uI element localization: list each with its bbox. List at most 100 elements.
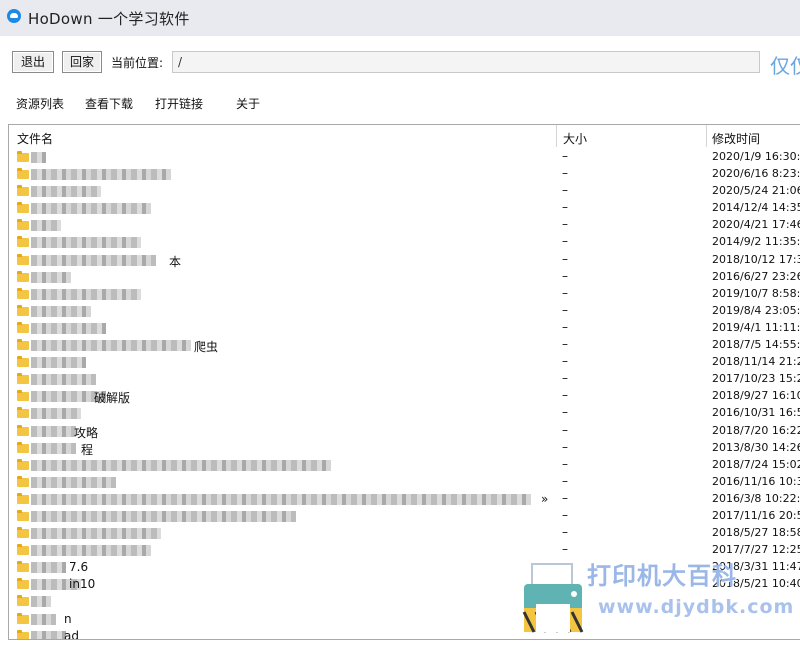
table-row[interactable]: in10 – 2018/5/21 10:40	[9, 576, 800, 593]
redacted-file-name	[31, 322, 106, 334]
redacted-file-name	[31, 493, 531, 505]
file-modified-time: 2018/7/5 14:55:	[712, 338, 800, 352]
file-name-text: 攻略	[74, 425, 99, 440]
file-size: –	[562, 337, 568, 352]
file-modified-time: 2014/12/4 14:35	[712, 201, 800, 215]
folder-icon	[17, 168, 29, 180]
menu-open-link[interactable]: 打开链接	[155, 95, 203, 112]
location-label: 当前位置:	[111, 56, 164, 70]
file-modified-time: 2016/3/8 10:22:	[712, 491, 800, 505]
file-modified-time: 2013/8/30 14:26	[712, 440, 800, 454]
file-name-text: 破解版	[94, 391, 131, 406]
redacted-file-name	[31, 340, 191, 352]
table-row[interactable]: – 2018/7/24 15:02	[9, 457, 800, 474]
file-size: –	[562, 525, 568, 540]
table-row[interactable]: 7.6 – 2018/3/31 11:47	[9, 559, 800, 576]
file-modified-time: 2018/5/21 10:40	[712, 577, 800, 591]
column-header-modified[interactable]: 修改时间	[712, 130, 760, 147]
menu-resource-list[interactable]: 资源列表	[16, 95, 64, 112]
file-size: –	[562, 200, 568, 215]
folder-icon	[17, 185, 29, 197]
table-row[interactable]: – 2016/6/27 23:26	[9, 269, 800, 286]
file-modified-time: 2017/7/27 12:25	[712, 543, 800, 557]
cloud-app-icon	[7, 9, 21, 23]
folder-icon	[17, 527, 29, 539]
exit-button[interactable]: 退出	[12, 51, 54, 73]
table-row[interactable]: – 2019/8/4 23:05:	[9, 303, 800, 320]
table-row[interactable]: – 2019/4/1 11:11:	[9, 320, 800, 337]
table-row[interactable]: » – 2016/3/8 10:22:	[9, 491, 800, 508]
file-size: –	[562, 439, 568, 454]
redacted-file-name	[31, 169, 171, 181]
table-row[interactable]: – 2017/11/16 20:5	[9, 508, 800, 525]
column-divider[interactable]	[556, 125, 557, 147]
redacted-file-name	[31, 305, 91, 317]
title-bar: HoDown 一个学习软件	[0, 0, 800, 36]
redacted-file-name	[31, 613, 56, 625]
folder-icon	[17, 509, 29, 521]
table-row[interactable]: – 2016/10/31 16:5	[9, 405, 800, 422]
column-header-name[interactable]: 文件名	[17, 130, 53, 147]
file-name-text: 爬虫	[194, 340, 219, 355]
folder-icon	[17, 151, 29, 162]
file-size: –	[562, 422, 568, 437]
file-size: –	[562, 371, 568, 386]
table-row[interactable]: ad	[9, 628, 800, 640]
redacted-file-name	[31, 596, 51, 608]
table-row[interactable]: 程 – 2013/8/30 14:26	[9, 440, 800, 457]
folder-icon	[17, 424, 29, 436]
table-row[interactable]: – 2020/6/16 8:23:	[9, 166, 800, 183]
file-name-text: 本	[169, 254, 182, 269]
redacted-file-name	[31, 476, 116, 488]
table-row[interactable]: – 2018/11/14 21:2	[9, 354, 800, 371]
table-row[interactable]: – 2020/4/21 17:46	[9, 217, 800, 234]
folder-icon	[17, 492, 29, 504]
file-modified-time: 2014/9/2 11:35:	[712, 235, 800, 249]
location-field[interactable]: /	[172, 51, 760, 73]
file-name-text: »	[541, 491, 549, 506]
file-size: –	[562, 302, 568, 317]
file-modified-time: 2019/8/4 23:05:	[712, 303, 800, 317]
file-modified-time: 2017/11/16 20:5	[712, 508, 800, 522]
column-header-size[interactable]: 大小	[563, 130, 587, 147]
menu-view-downloads[interactable]: 查看下载	[85, 95, 133, 112]
file-name-text: ad	[64, 628, 79, 640]
table-row[interactable]: 本 – 2018/10/12 17:3	[9, 252, 800, 269]
redacted-file-name	[31, 203, 151, 215]
home-button[interactable]: 回家	[62, 51, 102, 73]
file-name-text: 程	[81, 442, 94, 457]
table-row[interactable]: 破解版 – 2018/9/27 16:10	[9, 388, 800, 405]
file-modified-time: 2018/10/12 17:3	[712, 252, 800, 266]
file-modified-time: 2020/5/24 21:06	[712, 184, 800, 198]
folder-icon	[17, 612, 29, 624]
table-row[interactable]: 爬虫 – 2018/7/5 14:55:	[9, 337, 800, 354]
table-row[interactable]: – 2016/11/16 10:3	[9, 474, 800, 491]
table-row[interactable]: – 2020/5/24 21:06	[9, 183, 800, 200]
table-row[interactable]: – 2014/9/2 11:35:	[9, 234, 800, 251]
folder-icon	[17, 629, 29, 639]
menu-about[interactable]: 关于	[236, 95, 260, 112]
redacted-file-name	[31, 237, 141, 249]
table-row[interactable]: – 2014/12/4 14:35	[9, 200, 800, 217]
file-size: –	[562, 183, 568, 198]
column-divider[interactable]	[706, 125, 707, 147]
file-modified-time: 2019/4/1 11:11:	[712, 320, 800, 334]
table-row[interactable]: – 2017/10/23 15:2	[9, 371, 800, 388]
file-modified-time: 2018/3/31 11:47	[712, 560, 800, 574]
table-row[interactable]: – 2018/5/27 18:58	[9, 525, 800, 542]
table-row[interactable]: 攻略 – 2018/7/20 16:22	[9, 423, 800, 440]
file-size: –	[562, 405, 568, 420]
redacted-file-name	[31, 254, 156, 266]
table-row[interactable]: – 2020/1/9 16:30:	[9, 149, 800, 166]
file-size: –	[562, 234, 568, 249]
table-row[interactable]: – 2017/7/27 12:25	[9, 542, 800, 559]
folder-icon	[17, 475, 29, 487]
file-name-text: n	[64, 611, 72, 626]
table-row[interactable]: n	[9, 611, 800, 628]
table-row[interactable]: – 2019/10/7 8:58:	[9, 286, 800, 303]
file-list[interactable]: 文件名 大小 修改时间 – 2020/1/9 16:30: – 2020/6/16 8…	[8, 124, 800, 640]
table-row[interactable]	[9, 593, 800, 610]
redacted-file-name	[31, 442, 76, 454]
folder-icon	[17, 202, 29, 214]
redacted-file-name	[31, 288, 141, 300]
